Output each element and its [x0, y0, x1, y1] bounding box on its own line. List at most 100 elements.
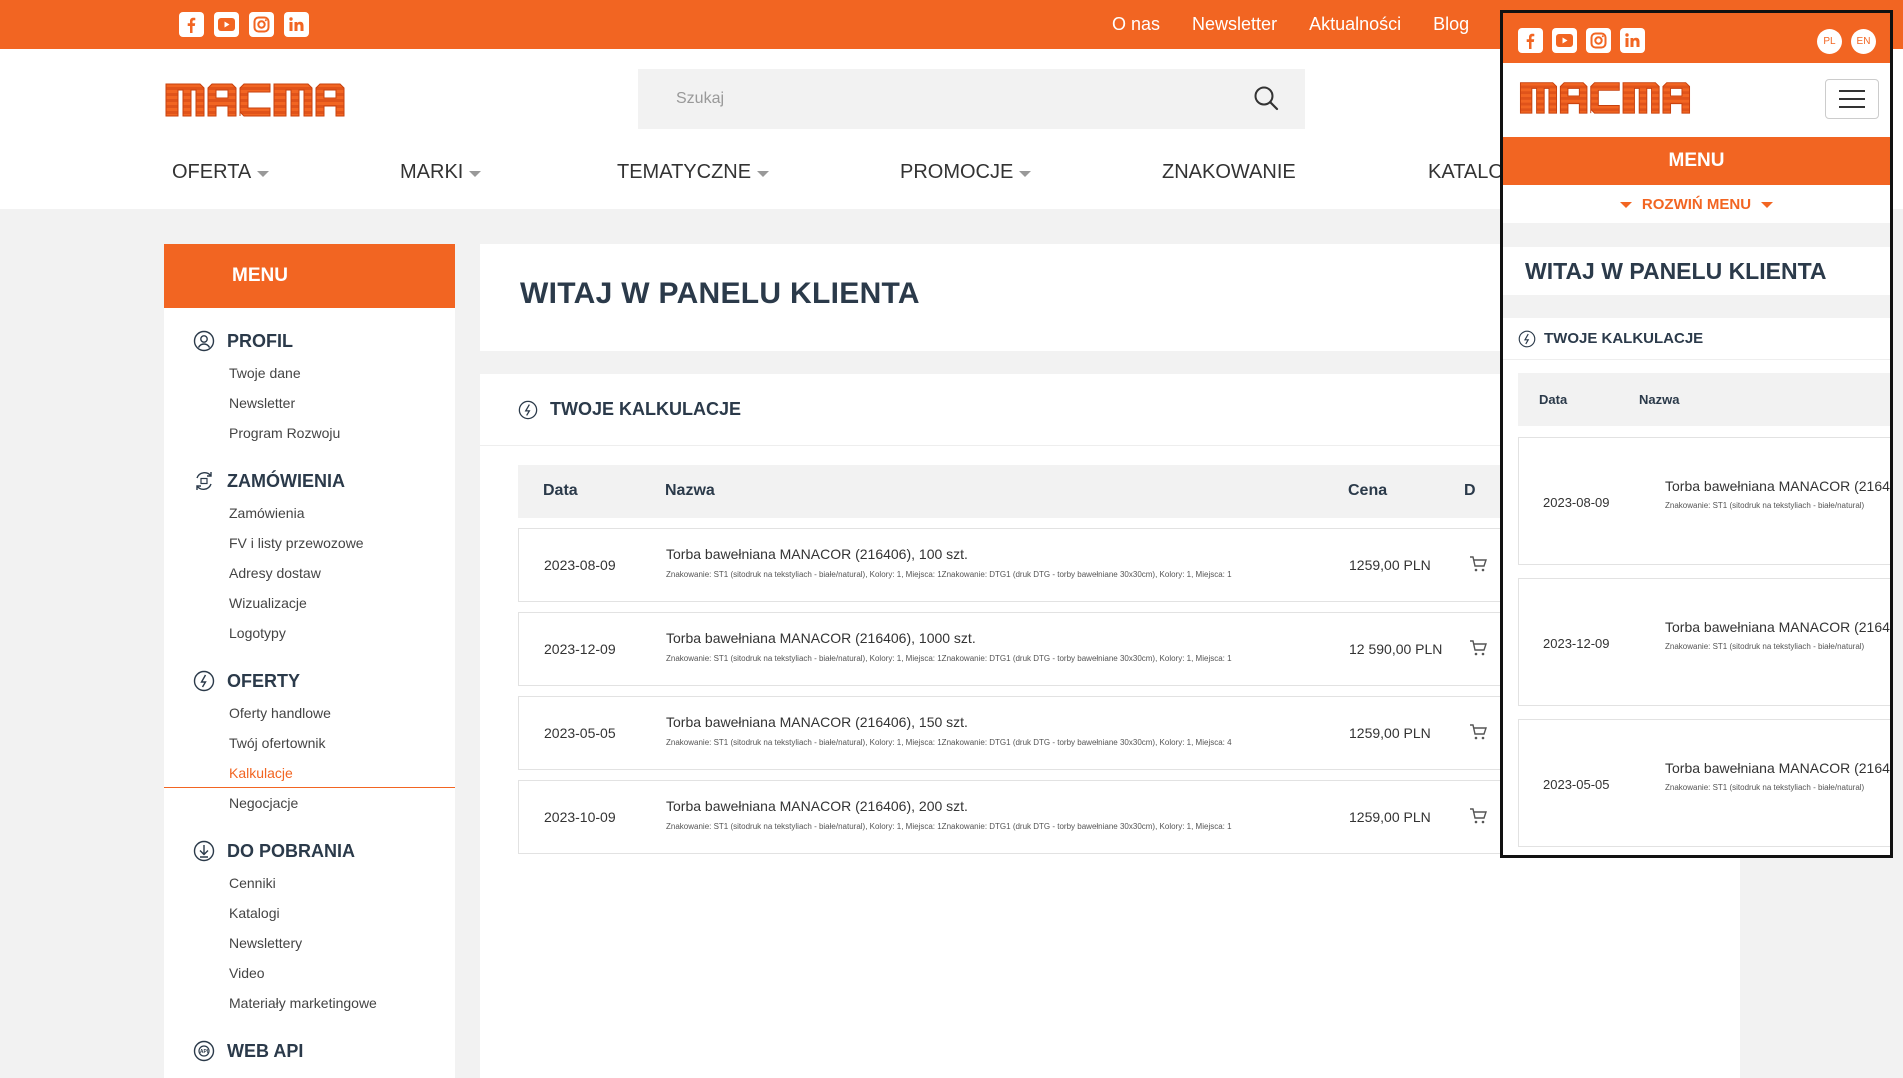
row-price: 12 590,00 PLN [1349, 641, 1443, 657]
row-details: Znakowanie: ST1 (sitodruk na tekstyliach… [666, 654, 1232, 663]
chevron-down-icon [257, 170, 270, 177]
mobile-table-header: Data Nazwa [1518, 373, 1890, 426]
nav-thematic[interactable]: TEMATYCZNE [617, 161, 770, 184]
cart-icon[interactable] [1469, 639, 1487, 657]
nav-offer[interactable]: OFERTA [172, 161, 270, 184]
nav-catalogs[interactable]: KATALO [1428, 161, 1504, 184]
cart-icon[interactable] [1469, 555, 1487, 573]
sidebar-item-offer-builder[interactable]: Twój ofertownik [193, 728, 455, 758]
linkedin-icon[interactable] [284, 12, 309, 37]
sidebar-section-title: OFERTY [193, 666, 455, 696]
mobile-calculations-panel: TWOJE KALKULACJE Data Nazwa 2023-08-09 T… [1503, 318, 1890, 855]
macma-logo[interactable] [1515, 77, 1695, 115]
social-links [179, 12, 309, 37]
sidebar-item-visualizations[interactable]: Wizualizacje [193, 588, 455, 618]
lang-pl-button[interactable]: PL [1817, 29, 1842, 54]
search-icon[interactable] [1253, 85, 1283, 115]
sidebar-item-newsletter[interactable]: Newsletter [193, 388, 455, 418]
row-name: Torba bawełniana MANACOR (216406), 100 s… [666, 546, 968, 562]
row-date: 2023-05-05 [544, 725, 616, 741]
sidebar-item-video[interactable]: Video [193, 958, 455, 988]
user-icon [193, 330, 215, 352]
nav-branding[interactable]: ZNAKOWANIE [1162, 161, 1296, 184]
table-row[interactable]: 2023-08-09 Torba bawełniana MANACOR (216… [1518, 437, 1890, 565]
nav-thematic-label: TEMATYCZNE [617, 161, 752, 183]
mobile-welcome-panel: WITAJ W PANELU KLIENTA [1503, 247, 1890, 295]
chevron-down-icon [1619, 202, 1632, 208]
column-date[interactable]: Data [543, 482, 578, 500]
chevron-down-icon [469, 170, 482, 177]
chevron-down-icon [757, 170, 770, 177]
row-name: Torba bawełniana MANACOR (216406), 1000 … [666, 630, 976, 646]
main-navigation: OFERTA MARKI TEMATYCZNE PROMOCJE ZNAKOWA… [0, 161, 1504, 201]
search-input[interactable] [638, 69, 1238, 129]
table-row[interactable]: 2023-12-09 Torba bawełniana MANACOR (216… [1518, 578, 1890, 706]
top-link-newsletter[interactable]: Newsletter [1192, 14, 1277, 35]
mobile-header [1503, 63, 1890, 137]
page-title: WITAJ W PANELU KLIENTA [520, 277, 920, 310]
sidebar-item-negotiations[interactable]: Negocjacje [193, 788, 455, 818]
mobile-social-links [1518, 28, 1645, 53]
calculations-icon [1518, 330, 1536, 347]
instagram-icon[interactable] [1586, 28, 1611, 53]
sidebar-item-calculations[interactable]: Kalkulacje [164, 758, 455, 788]
sidebar-item-trade-offers[interactable]: Oferty handlowe [193, 698, 455, 728]
sidebar-item-logos[interactable]: Logotypy [193, 618, 455, 648]
sidebar-item-development-program[interactable]: Program Rozwoju [193, 418, 455, 448]
youtube-icon[interactable] [1552, 28, 1577, 53]
section-label: ZAMÓWIENIA [227, 470, 345, 491]
nav-brands[interactable]: MARKI [400, 161, 482, 184]
sidebar-section-orders: ZAMÓWIENIA Zamówienia FV i listy przewoz… [164, 466, 455, 648]
sidebar-item-your-data[interactable]: Twoje dane [193, 358, 455, 388]
row-details: Znakowanie: ST1 (sitodruk na tekstyliach… [1665, 501, 1865, 510]
hamburger-menu-icon[interactable] [1825, 79, 1879, 119]
calculations-icon [518, 400, 538, 419]
table-row[interactable]: 2023-05-05 Torba bawełniana MANACOR (216… [1518, 719, 1890, 847]
expand-menu-label: ROZWIŃ MENU [1641, 195, 1752, 213]
nav-catalogs-label: KATALO [1428, 161, 1504, 183]
youtube-icon[interactable] [214, 12, 239, 37]
row-details: Znakowanie: ST1 (sitodruk na tekstyliach… [666, 822, 1232, 831]
section-label: DO POBRANIA [227, 840, 356, 861]
top-link-blog[interactable]: Blog [1433, 14, 1469, 35]
sidebar-item-price-lists[interactable]: Cenniki [193, 868, 455, 898]
top-navigation: O nas Newsletter Aktualności Blog [1112, 0, 1469, 49]
cart-icon[interactable] [1469, 723, 1487, 741]
sidebar-section-title: ZAMÓWIENIA [193, 466, 455, 496]
row-price: 1259,00 PLN [1349, 809, 1431, 825]
sidebar: MENU PROFIL Twoje dane Newsletter Progra… [164, 244, 455, 1078]
expand-menu-button[interactable]: ROZWIŃ MENU [1503, 185, 1890, 223]
row-price: 1259,00 PLN [1349, 557, 1431, 573]
mobile-page-title: WITAJ W PANELU KLIENTA [1525, 258, 1827, 284]
top-link-about[interactable]: O nas [1112, 14, 1160, 35]
instagram-icon[interactable] [249, 12, 274, 37]
sidebar-item-marketing[interactable]: Materiały marketingowe [193, 988, 455, 1018]
row-date: 2023-12-09 [1543, 636, 1610, 651]
sidebar-item-catalogs[interactable]: Katalogi [193, 898, 455, 928]
nav-promotions[interactable]: PROMOCJE [900, 161, 1032, 184]
api-icon: API [193, 1040, 215, 1062]
column-name[interactable]: Nazwa [665, 482, 715, 500]
column-price[interactable]: Cena [1348, 482, 1387, 500]
lang-en-button[interactable]: EN [1851, 29, 1876, 54]
cart-icon[interactable] [1469, 807, 1487, 825]
column-extra[interactable]: D [1464, 482, 1476, 500]
row-name: Torba bawełniana MANACOR (216406), 200 s… [666, 798, 968, 814]
column-name[interactable]: Nazwa [1639, 392, 1679, 407]
linkedin-icon[interactable] [1620, 28, 1645, 53]
macma-logo[interactable] [164, 78, 346, 118]
sidebar-item-newsletters[interactable]: Newslettery [193, 928, 455, 958]
top-link-news[interactable]: Aktualności [1309, 14, 1401, 35]
sidebar-item-addresses[interactable]: Adresy dostaw [193, 558, 455, 588]
sidebar-section-offers: OFERTY Oferty handlowe Twój ofertownik K… [164, 666, 455, 818]
sidebar-section-title: PROFIL [193, 326, 455, 356]
mobile-menu-title: MENU [1503, 137, 1890, 185]
column-date[interactable]: Data [1539, 392, 1567, 407]
sidebar-item-invoices[interactable]: FV i listy przewozowe [193, 528, 455, 558]
sidebar-item-orders[interactable]: Zamówienia [193, 498, 455, 528]
row-details: Znakowanie: ST1 (sitodruk na tekstyliach… [666, 570, 1232, 579]
facebook-icon[interactable] [179, 12, 204, 37]
row-details: Znakowanie: ST1 (sitodruk na tekstyliach… [666, 738, 1232, 747]
calculations-title: TWOJE KALKULACJE [550, 399, 742, 419]
facebook-icon[interactable] [1518, 28, 1543, 53]
